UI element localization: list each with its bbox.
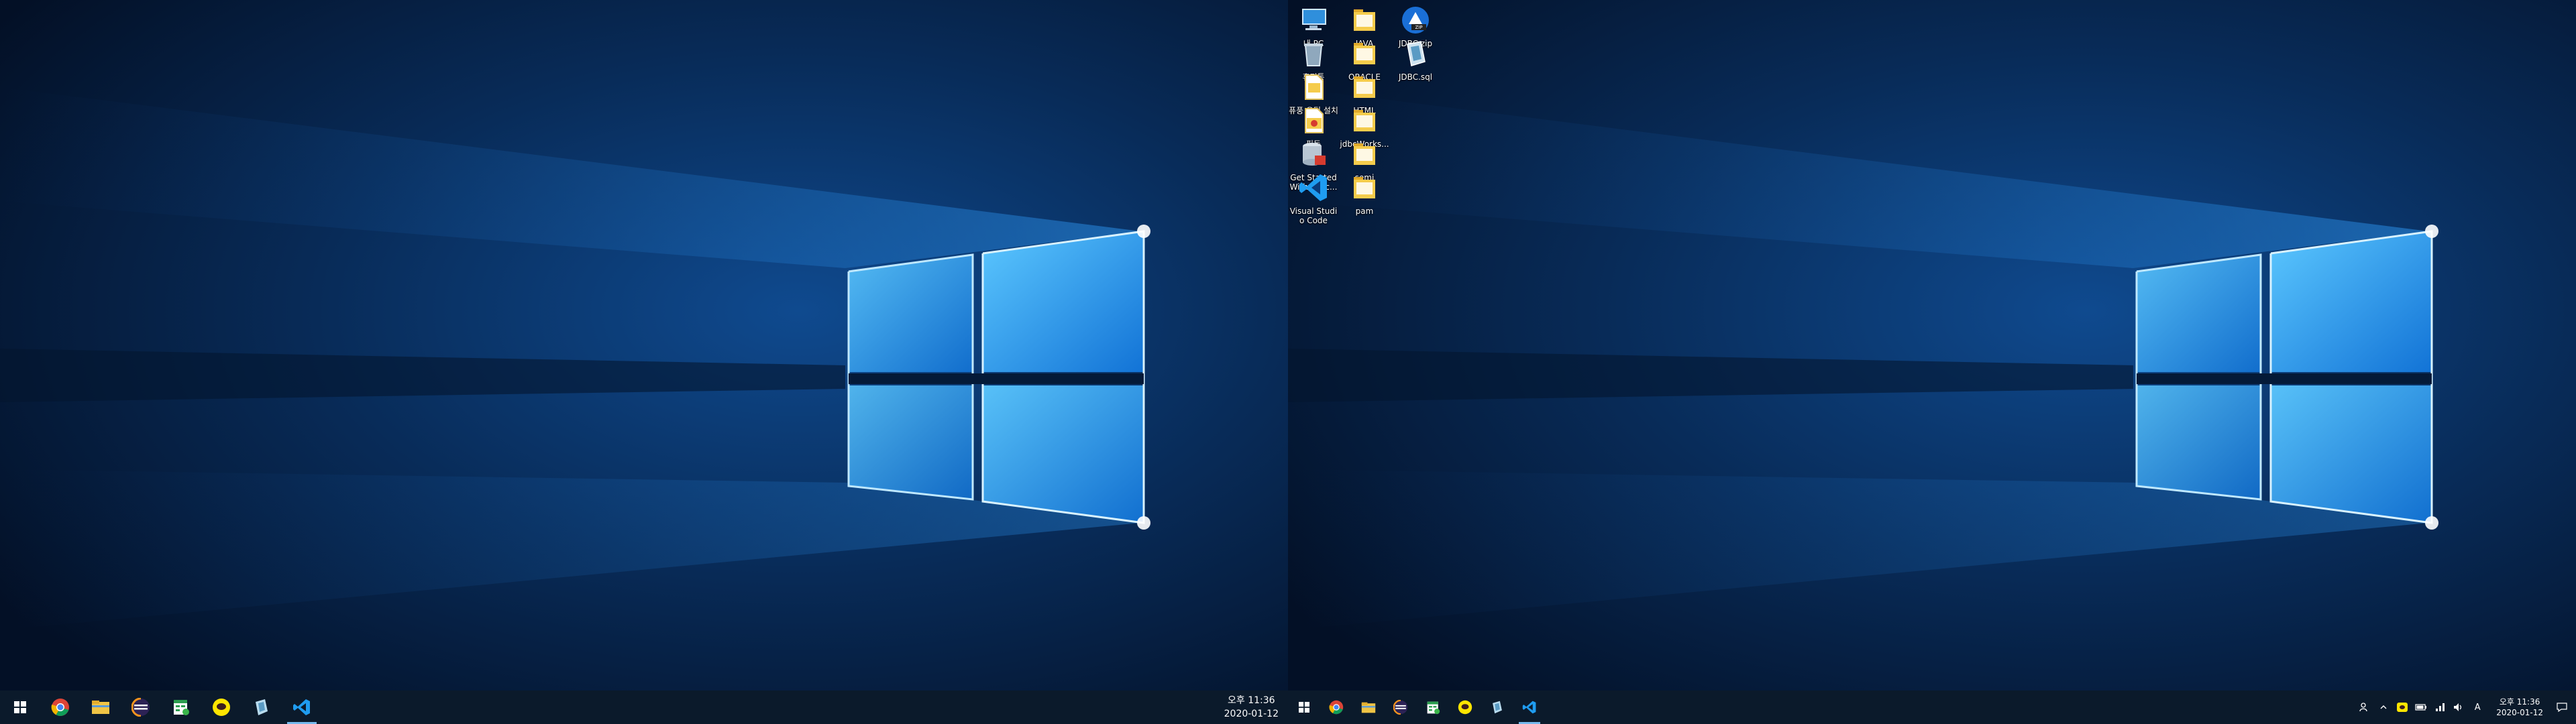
chrome-icon [1329,700,1344,715]
taskbar-spreadsheet[interactable] [161,690,201,724]
secondary-taskbar: A 오후 11:36 2020-01-12 [1288,690,2576,724]
desktop-icon-pam-folder[interactable]: pam [1339,168,1390,229]
volume-icon[interactable] [2451,700,2466,715]
taskbar-clock[interactable]: 오후 11:36 2020-01-12 [2487,697,2553,718]
desktop-icon-label: JDBC.sql [1398,72,1433,82]
taskbar-chrome[interactable] [1320,690,1352,724]
secondary-monitor: 내 PC JAVA ZIP JDBC.zip 휴지통 [1288,0,2576,724]
taskbar-spreadsheet[interactable] [1417,690,1449,724]
people-icon[interactable] [2357,700,2372,715]
kakaotalk-icon [1458,700,1472,715]
taskbar-eclipse[interactable] [1385,690,1417,724]
this-pc-icon [1302,9,1326,30]
recycle-bin-icon [1304,44,1323,66]
input-method-indicator[interactable]: A [2470,700,2485,715]
start-button[interactable] [1288,690,1320,724]
taskbar: 오후 11:36 2020-01-12 [0,690,1288,724]
pdf-file-icon [1305,108,1324,133]
system-tray: 오후 11:36 2020-01-12 [1215,690,1288,724]
desktop-icon-jdbc-sql[interactable]: JDBC.sql [1390,34,1441,95]
file-explorer-icon [92,701,109,714]
taskbar-clock[interactable]: 오후 11:36 2020-01-12 [1215,694,1288,721]
clock-time: 오후 11:36 [1228,695,1275,706]
sql-developer-icon [256,699,268,715]
battery-icon[interactable] [2414,700,2428,715]
desktop-icon-label: Visual Studio Code [1289,206,1338,225]
windows-logo-icon [1299,702,1309,713]
taskbar-kakaotalk[interactable] [201,690,241,724]
clock-date: 2020-01-12 [2496,708,2543,717]
file-explorer-icon [1361,702,1376,713]
svg-text:ZIP: ZIP [1415,25,1422,30]
taskbar-sql-developer[interactable] [1481,690,1513,724]
spreadsheet-icon [1427,701,1440,714]
sql-file-icon [1407,41,1426,66]
start-button[interactable] [0,690,40,724]
sql-developer-icon [1493,701,1502,714]
vscode-icon [1522,701,1536,714]
folder-icon [1354,177,1375,198]
desktop-icon-visual-studio-code[interactable]: Visual Studio Code [1288,168,1339,229]
folder-icon [1354,110,1375,131]
oracle-database-icon [1303,143,1326,166]
eclipse-icon [1393,700,1408,715]
chrome-icon [51,699,69,717]
desktop-wallpaper [0,0,1288,690]
taskbar-kakaotalk[interactable] [1449,690,1481,724]
taskbar-file-explorer[interactable] [1352,690,1385,724]
eclipse-icon [131,698,150,717]
windows-logo-icon [14,701,26,713]
taskbar-vscode[interactable] [282,690,322,724]
vscode-icon [1299,174,1327,201]
shortcut-file-icon [1305,74,1324,100]
kakaotalk-icon [213,699,230,716]
zip-archive-icon: ZIP [1402,7,1429,34]
desktop-icon-label: pam [1355,206,1374,216]
folder-icon [1354,76,1375,98]
folder-icon [1354,43,1375,64]
action-center-icon[interactable] [2555,700,2569,715]
vscode-icon [293,699,310,715]
chevron-up-icon[interactable] [2376,700,2391,715]
taskbar-vscode[interactable] [1513,690,1546,724]
spreadsheet-icon [174,700,189,715]
taskbar-eclipse[interactable] [121,690,161,724]
system-tray: A 오후 11:36 2020-01-12 [2355,690,2576,724]
folder-icon [1354,143,1375,165]
taskbar-sql-developer[interactable] [241,690,282,724]
desktop-wallpaper [1288,0,2576,690]
taskbar-chrome[interactable] [40,690,80,724]
primary-monitor: 오후 11:36 2020-01-12 [0,0,1288,724]
clock-time: 오후 11:36 [2499,697,2540,707]
network-icon[interactable] [2432,700,2447,715]
kakaotalk-tray-icon[interactable] [2395,700,2410,715]
clock-date: 2020-01-12 [1224,709,1279,719]
folder-icon [1354,9,1375,31]
taskbar-file-explorer[interactable] [80,690,121,724]
